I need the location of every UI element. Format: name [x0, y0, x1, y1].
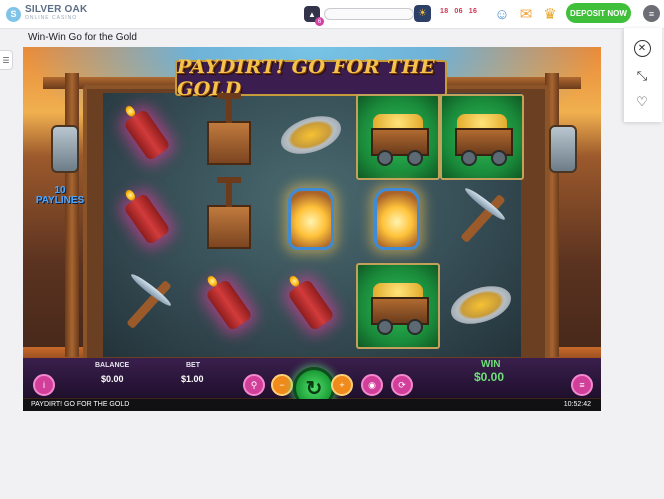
right-lantern-icon [549, 125, 577, 173]
menu-icon[interactable]: ≡ [643, 5, 660, 22]
gold-pan-symbol-icon [273, 97, 349, 173]
deposit-button[interactable]: DEPOSIT NOW [566, 3, 631, 23]
footer-game-name: PAYDIRT! GO FOR THE GOLD [31, 401, 130, 408]
gold-pan-symbol-icon [443, 267, 519, 343]
info-button[interactable]: i [33, 374, 55, 396]
game-side-panel: ✕ ⤡ ♡ [624, 28, 662, 122]
level-number: 6 [315, 17, 324, 26]
mail-icon[interactable]: ✉ [516, 4, 536, 24]
lantern-symbol-icon [359, 181, 435, 257]
bet-increase-button[interactable]: + [331, 374, 353, 396]
gold-cart-symbol-icon [440, 94, 524, 180]
logo-subtitle: ONLINE CASINO [25, 15, 78, 21]
pickaxe-symbol-icon [109, 267, 185, 343]
timer-hours: 18 [440, 8, 449, 15]
balance-label: BALANCE [95, 362, 130, 369]
top-bar: S SILVER OAK ONLINE CASINO ▲ 6 ☀ 18 06 16 … [0, 0, 664, 29]
bet-label: BET [186, 362, 200, 369]
fullscreen-icon[interactable]: ⤡ [632, 66, 652, 86]
left-lantern-icon [51, 125, 79, 173]
level-icon: ▲ 6 [304, 6, 324, 26]
paylines-indicator: 10 PAYLINES [31, 186, 89, 206]
reward-timer: 18 06 16 [440, 8, 483, 15]
left-post [65, 73, 79, 357]
logo-name: SILVER OAK [25, 4, 88, 15]
game-viewport[interactable]: PAYDIRT! GO FOR THE GOLD 10 PAYLINES i B… [23, 47, 601, 411]
dynamite-symbol-icon [191, 267, 267, 343]
pickaxe-symbol-icon [443, 181, 519, 257]
logo-mark-icon: S [6, 6, 21, 22]
level-progress[interactable]: ▲ 6 [304, 6, 414, 26]
win-value: $0.00 [474, 370, 505, 384]
timer-minutes: 06 [454, 8, 463, 15]
paylines-label: PAYLINES [35, 195, 85, 206]
favorite-icon[interactable]: ♡ [632, 92, 652, 112]
dynamite-symbol-icon [109, 97, 185, 173]
close-icon: ✕ [633, 39, 651, 57]
balance-value: $0.00 [101, 374, 124, 384]
dynamite-symbol-icon [109, 181, 185, 257]
lantern-symbol-icon [273, 181, 349, 257]
win-label: WIN [481, 359, 501, 370]
timer-seconds: 16 [468, 8, 478, 15]
page-title: Win-Win Go for the Gold [28, 32, 137, 43]
trophy-icon[interactable]: ♛ [540, 4, 560, 24]
bet-max-icon[interactable]: ◉ [361, 374, 383, 396]
support-icon[interactable]: ☺ [492, 4, 512, 24]
close-button[interactable]: ✕ [632, 38, 652, 58]
game-logo-banner: PAYDIRT! GO FOR THE GOLD [175, 56, 447, 100]
footer-clock: 10:52:42 [563, 401, 591, 408]
game-menu-button[interactable]: ≡ [571, 374, 593, 396]
dynamite-symbol-icon [273, 267, 349, 343]
bet-decrease-button[interactable]: − [271, 374, 293, 396]
gold-cart-symbol-icon [356, 94, 440, 180]
gold-cart-symbol-icon [356, 263, 440, 349]
tnt-plunger-symbol-icon [191, 177, 267, 257]
game-footer: PAYDIRT! GO FOR THE GOLD 10:52:42 [23, 399, 601, 411]
autoplay-icon[interactable]: ⚲ [243, 374, 265, 396]
level-progress-bar [324, 8, 414, 20]
logo-text: SILVER OAK ONLINE CASINO [25, 5, 87, 23]
tnt-plunger-symbol-icon [191, 93, 267, 173]
daily-reward-icon[interactable]: ☀ [414, 5, 431, 22]
control-panel: i BALANCE $0.00 BET $1.00 ⚲ − ↻ + ◉ ⟳ ≡ [23, 358, 601, 409]
site-logo[interactable]: S SILVER OAK ONLINE CASINO [6, 5, 87, 23]
bet-value: $1.00 [181, 374, 204, 384]
turbo-icon[interactable]: ⟳ [391, 374, 413, 396]
left-drawer-toggle[interactable]: ☰ [0, 50, 13, 70]
